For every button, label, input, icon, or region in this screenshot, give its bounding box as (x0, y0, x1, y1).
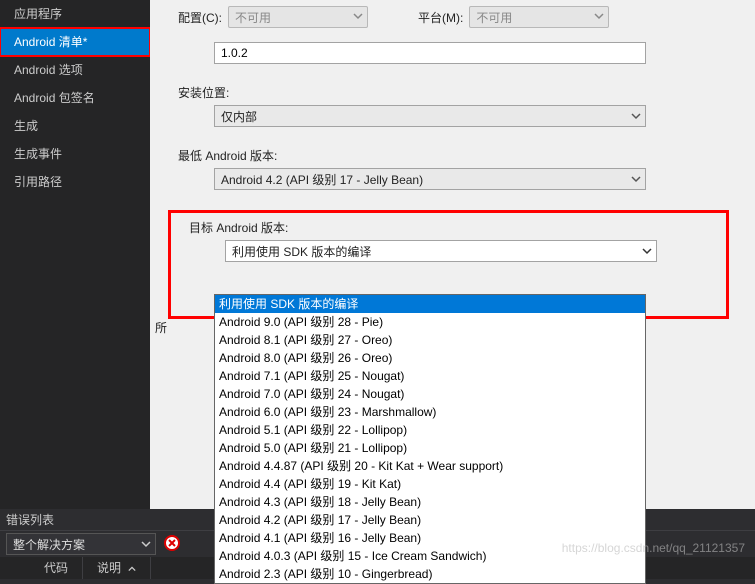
dropdown-option[interactable]: Android 7.1 (API 级别 25 - Nougat) (215, 367, 645, 385)
target-android-label: 目标 Android 版本: (189, 219, 718, 236)
platform-label: 平台(M): (418, 9, 463, 26)
config-value: 不可用 (235, 9, 271, 26)
dropdown-option[interactable]: Android 5.0 (API 级别 21 - Lollipop) (215, 439, 645, 457)
install-select[interactable]: 仅内部 (214, 105, 646, 127)
dropdown-option[interactable]: Android 8.0 (API 级别 26 - Oreo) (215, 349, 645, 367)
chevron-down-icon (631, 110, 641, 124)
config-label: 配置(C): (178, 9, 222, 26)
watermark: https://blog.csdn.net/qq_21121357 (562, 541, 745, 555)
chevron-down-icon (631, 173, 641, 187)
dropdown-option[interactable]: Android 8.1 (API 级别 27 - Oreo) (215, 331, 645, 349)
install-value: 仅内部 (221, 108, 257, 125)
sidebar-item-build[interactable]: 生成 (0, 112, 150, 140)
dropdown-option[interactable]: Android 7.0 (API 级别 24 - Nougat) (215, 385, 645, 403)
tab-desc-label: 说明 (97, 561, 121, 575)
min-android-value: Android 4.2 (API 级别 17 - Jelly Bean) (221, 171, 423, 188)
tab-desc[interactable]: 说明 (83, 557, 151, 579)
platform-value: 不可用 (476, 9, 512, 26)
chevron-up-icon (128, 565, 136, 573)
side-label: 所 (155, 319, 167, 336)
install-label: 安装位置: (178, 84, 739, 101)
error-scope-combo[interactable]: 整个解决方案 (6, 533, 156, 555)
error-scope-value: 整个解决方案 (13, 536, 85, 553)
sidebar-item-manifest[interactable]: Android 清单* (0, 28, 150, 56)
dropdown-option[interactable]: Android 2.3 (API 级别 10 - Gingerbread) (215, 565, 645, 583)
dropdown-option[interactable]: 利用使用 SDK 版本的编译 (215, 295, 645, 313)
dropdown-option[interactable]: Android 4.4.87 (API 级别 20 - Kit Kat + We… (215, 457, 645, 475)
dropdown-option[interactable]: Android 4.2 (API 级别 17 - Jelly Bean) (215, 511, 645, 529)
install-block: 安装位置: 仅内部 (178, 84, 739, 127)
version-input[interactable] (214, 42, 646, 64)
tab-code[interactable]: 代码 (30, 557, 83, 579)
min-android-label: 最低 Android 版本: (178, 147, 739, 164)
sidebar: 应用程序 Android 清单* Android 选项 Android 包签名 … (0, 0, 150, 579)
config-row: 配置(C): 不可用 平台(M): 不可用 (178, 6, 739, 28)
version-block (214, 42, 739, 64)
target-android-select[interactable]: 利用使用 SDK 版本的编译 (225, 240, 657, 262)
dropdown-option[interactable]: Android 5.1 (API 级别 22 - Lollipop) (215, 421, 645, 439)
config-select: 不可用 (228, 6, 368, 28)
chevron-down-icon (353, 10, 363, 24)
min-android-select[interactable]: Android 4.2 (API 级别 17 - Jelly Bean) (214, 168, 646, 190)
chevron-down-icon (141, 538, 151, 552)
sidebar-item-events[interactable]: 生成事件 (0, 140, 150, 168)
dropdown-option[interactable]: Android 6.0 (API 级别 23 - Marshmallow) (215, 403, 645, 421)
dropdown-option[interactable]: Android 4.4 (API 级别 19 - Kit Kat) (215, 475, 645, 493)
platform-select: 不可用 (469, 6, 609, 28)
error-icon[interactable] (164, 535, 180, 554)
min-android-block: 最低 Android 版本: Android 4.2 (API 级别 17 - … (178, 147, 739, 190)
dropdown-option[interactable]: Android 4.3 (API 级别 18 - Jelly Bean) (215, 493, 645, 511)
chevron-down-icon (642, 245, 652, 259)
sidebar-item-app[interactable]: 应用程序 (0, 0, 150, 28)
chevron-down-icon (594, 10, 604, 24)
sidebar-item-refs[interactable]: 引用路径 (0, 168, 150, 196)
sidebar-item-signing[interactable]: Android 包签名 (0, 84, 150, 112)
target-android-value: 利用使用 SDK 版本的编译 (232, 243, 371, 260)
dropdown-option[interactable]: Android 9.0 (API 级别 28 - Pie) (215, 313, 645, 331)
sidebar-item-options[interactable]: Android 选项 (0, 56, 150, 84)
